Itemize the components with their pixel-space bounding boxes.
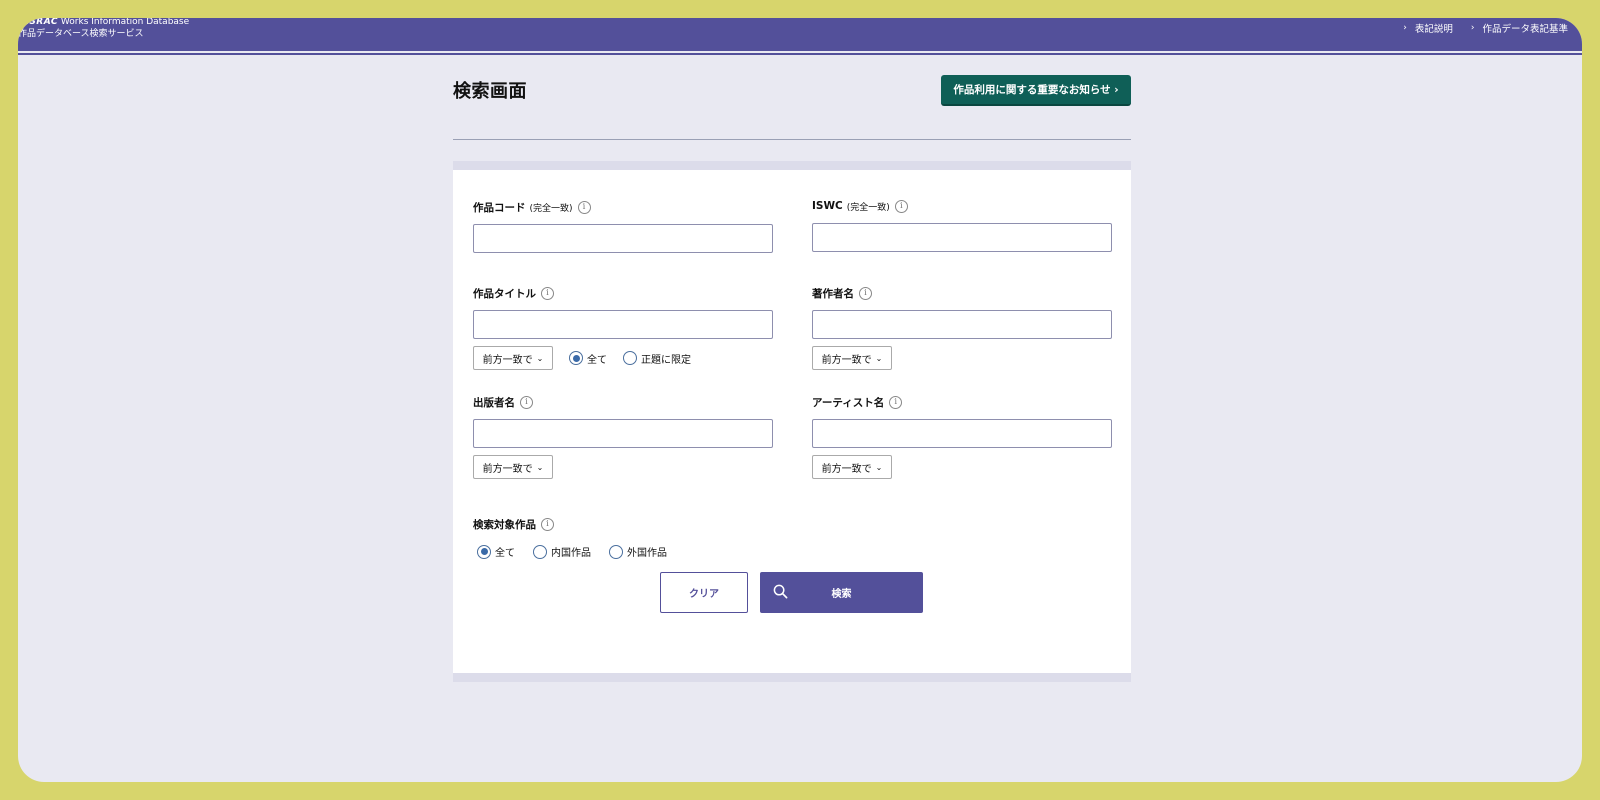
radio-button[interactable] [609,544,623,559]
chevron-down-icon: ⌄ [536,353,544,363]
work-title-scope-radios: 全て 正題に限定 [569,351,691,366]
search-target-radios: 全て 内国作品 外国作品 [477,544,667,559]
chevron-down-icon: ⌄ [875,462,883,472]
select-value: 前方一致で [821,354,872,366]
publisher-label: 出版者名 i [473,394,773,410]
info-icon[interactable]: i [889,395,903,409]
search-form-card: 作品コード (完全一致) i ISWC (完全一致) i 作品タイトル i 前方… [453,161,1131,682]
radio-target-domestic[interactable]: 内国作品 [533,544,591,559]
publisher-controls: 前方一致で ⌄ [473,455,773,479]
nav-link-label: 表記説明 [1414,24,1453,35]
search-target-field: 検索対象作品 i 全て 内国作品 外国作品 [473,516,667,559]
work-title-controls: 前方一致で ⌄ 全て 正題に限定 [473,346,773,370]
work-title-field: 作品タイトル i 前方一致で ⌄ 全て 正題に限定 [473,285,773,370]
artist-field: アーティスト名 i 前方一致で ⌄ [812,394,1112,479]
title-divider [453,139,1131,140]
nav-link-data-standard[interactable]: › 作品データ表記基準 [1471,21,1568,35]
author-input[interactable] [812,310,1112,339]
card-bottom-band [453,673,1131,682]
site-brand[interactable]: JASRAC Works Information Database 作品データベ… [18,18,189,40]
work-code-match-note: (完全一致) [529,203,573,214]
work-title-label: 作品タイトル i [473,285,773,301]
iswc-field: ISWC (完全一致) i [812,198,1112,252]
iswc-label-text: ISWC [812,200,843,212]
artist-input[interactable] [812,419,1112,448]
site-header: JASRAC Works Information Database 作品データベ… [18,18,1582,51]
info-icon[interactable]: i [894,199,908,213]
search-button-label: 検索 [831,589,852,600]
work-title-match-select[interactable]: 前方一致で ⌄ [473,346,553,370]
iswc-label: ISWC (完全一致) i [812,198,1112,214]
info-icon[interactable]: i [577,200,591,214]
work-code-field: 作品コード (完全一致) i [473,199,773,253]
radio-target-foreign[interactable]: 外国作品 [609,544,667,559]
nav-link-label: 作品データ表記基準 [1482,24,1568,35]
select-value: 前方一致で [482,463,533,475]
info-icon[interactable]: i [859,286,872,300]
select-value: 前方一致で [821,463,872,475]
artist-match-select[interactable]: 前方一致で ⌄ [812,455,892,479]
radio-button[interactable] [623,351,637,365]
iswc-match-note: (完全一致) [846,202,890,213]
info-icon[interactable]: i [520,395,533,409]
work-title-label-text: 作品タイトル [473,287,536,300]
brand-db-name: Works Information Database [60,18,190,27]
info-icon[interactable]: i [541,286,554,300]
search-icon [773,584,788,599]
author-match-select[interactable]: 前方一致で ⌄ [812,346,892,370]
info-icon[interactable]: i [541,517,554,531]
header-underline [18,53,1582,55]
search-button[interactable]: 検索 [760,572,923,613]
search-target-label-text: 検索対象作品 [473,518,536,531]
browser-window: JASRAC Works Information Database 作品データベ… [18,18,1582,782]
radio-button-checked[interactable] [477,544,491,559]
artist-controls: 前方一致で ⌄ [812,455,1112,479]
page-title: 検索画面 [453,81,527,102]
radio-title-main-only[interactable]: 正題に限定 [623,351,691,366]
work-title-input[interactable] [473,310,773,339]
work-code-label-text: 作品コード [473,201,526,214]
artist-label-text: アーティスト名 [812,396,885,409]
chevron-down-icon: ⌄ [875,353,883,363]
select-value: 前方一致で [482,354,533,366]
publisher-label-text: 出版者名 [473,396,515,409]
brand-service-name: 作品データベース検索サービス [18,29,144,39]
header-nav: › 表記説明 › 作品データ表記基準 [1403,21,1568,35]
author-controls: 前方一致で ⌄ [812,346,1112,370]
radio-title-all[interactable]: 全て [569,351,607,366]
radio-target-all[interactable]: 全て [477,544,515,559]
nav-link-notation[interactable]: › 表記説明 [1403,21,1453,35]
radio-button[interactable] [533,544,547,559]
radio-label: 正題に限定 [641,354,691,366]
publisher-match-select[interactable]: 前方一致で ⌄ [473,455,553,479]
card-top-band [453,161,1131,170]
author-field: 著作者名 i 前方一致で ⌄ [812,285,1112,370]
chevron-down-icon: ⌄ [536,462,544,472]
radio-label: 外国作品 [627,548,667,559]
publisher-input[interactable] [473,419,773,448]
radio-label: 内国作品 [551,548,591,559]
radio-button-checked[interactable] [569,351,583,365]
iswc-input[interactable] [812,223,1112,252]
clear-button[interactable]: クリア [660,572,748,613]
radio-label: 全て [587,354,607,366]
author-label: 著作者名 i [812,285,1112,301]
publisher-field: 出版者名 i 前方一致で ⌄ [473,394,773,479]
author-label-text: 著作者名 [812,287,854,300]
work-code-input[interactable] [473,224,773,253]
chevron-right-icon: › [1403,23,1407,33]
search-target-label: 検索対象作品 i [473,516,667,532]
chevron-right-icon: › [1470,23,1475,33]
important-notice-button[interactable]: 作品利用に関する重要なお知らせ › [941,75,1131,106]
radio-label: 全て [495,548,515,559]
artist-label: アーティスト名 i [812,394,1112,410]
work-code-label: 作品コード (完全一致) i [473,199,773,215]
jasrac-logo: JASRAC [18,18,59,27]
